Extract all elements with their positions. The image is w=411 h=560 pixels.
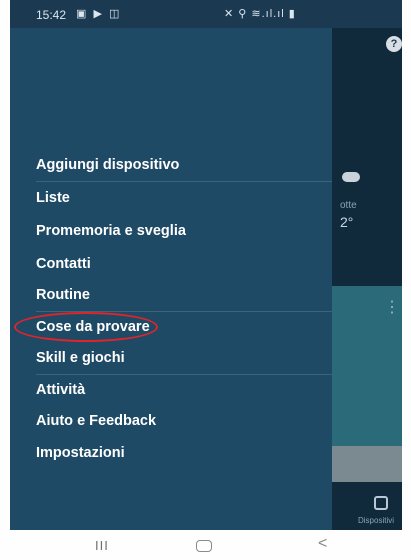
menu-item-attivita[interactable]: Attività [36,375,85,405]
recent-apps-button[interactable]: III [95,538,109,553]
cloud-icon [342,172,360,182]
notification-icons: ▣ ▶ ◫ [76,8,122,20]
menu-item-routine[interactable]: Routine [36,280,90,310]
back-button[interactable]: < [318,535,327,553]
divider [36,181,332,182]
navigation-drawer: Aggiungi dispositivo Liste Promemoria e … [10,28,332,530]
menu-item-impostazioni[interactable]: Impostazioni [36,438,125,468]
menu-item-skill-e-giochi[interactable]: Skill e giochi [36,343,125,373]
system-status-icons: ✕ ⚲ ≋.ıl.ıl ▮ [224,8,296,20]
highlight-circle [14,312,158,342]
device-card-footer [328,446,402,482]
status-bar: 15:42 ▣ ▶ ◫ ✕ ⚲ ≋.ıl.ıl ▮ [10,0,402,28]
menu-item-promemoria[interactable]: Promemoria e sveglia [36,216,186,246]
menu-item-aiuto-e-feedback[interactable]: Aiuto e Feedback [36,406,156,436]
android-nav-bar: III < [0,530,411,560]
status-time: 15:42 [36,8,67,22]
devices-icon[interactable] [374,496,388,510]
more-options-icon[interactable]: ⋮ [384,300,400,316]
help-icon[interactable]: ? [386,36,402,52]
weather-label: otte [340,200,357,211]
menu-item-contatti[interactable]: Contatti [36,249,91,279]
menu-item-aggiungi-dispositivo[interactable]: Aggiungi dispositivo [36,150,179,180]
temperature-value: 2° [340,214,354,230]
menu-item-liste[interactable]: Liste [36,183,70,213]
devices-tab-label[interactable]: Dispositivi [358,516,394,525]
home-button[interactable] [196,540,212,552]
